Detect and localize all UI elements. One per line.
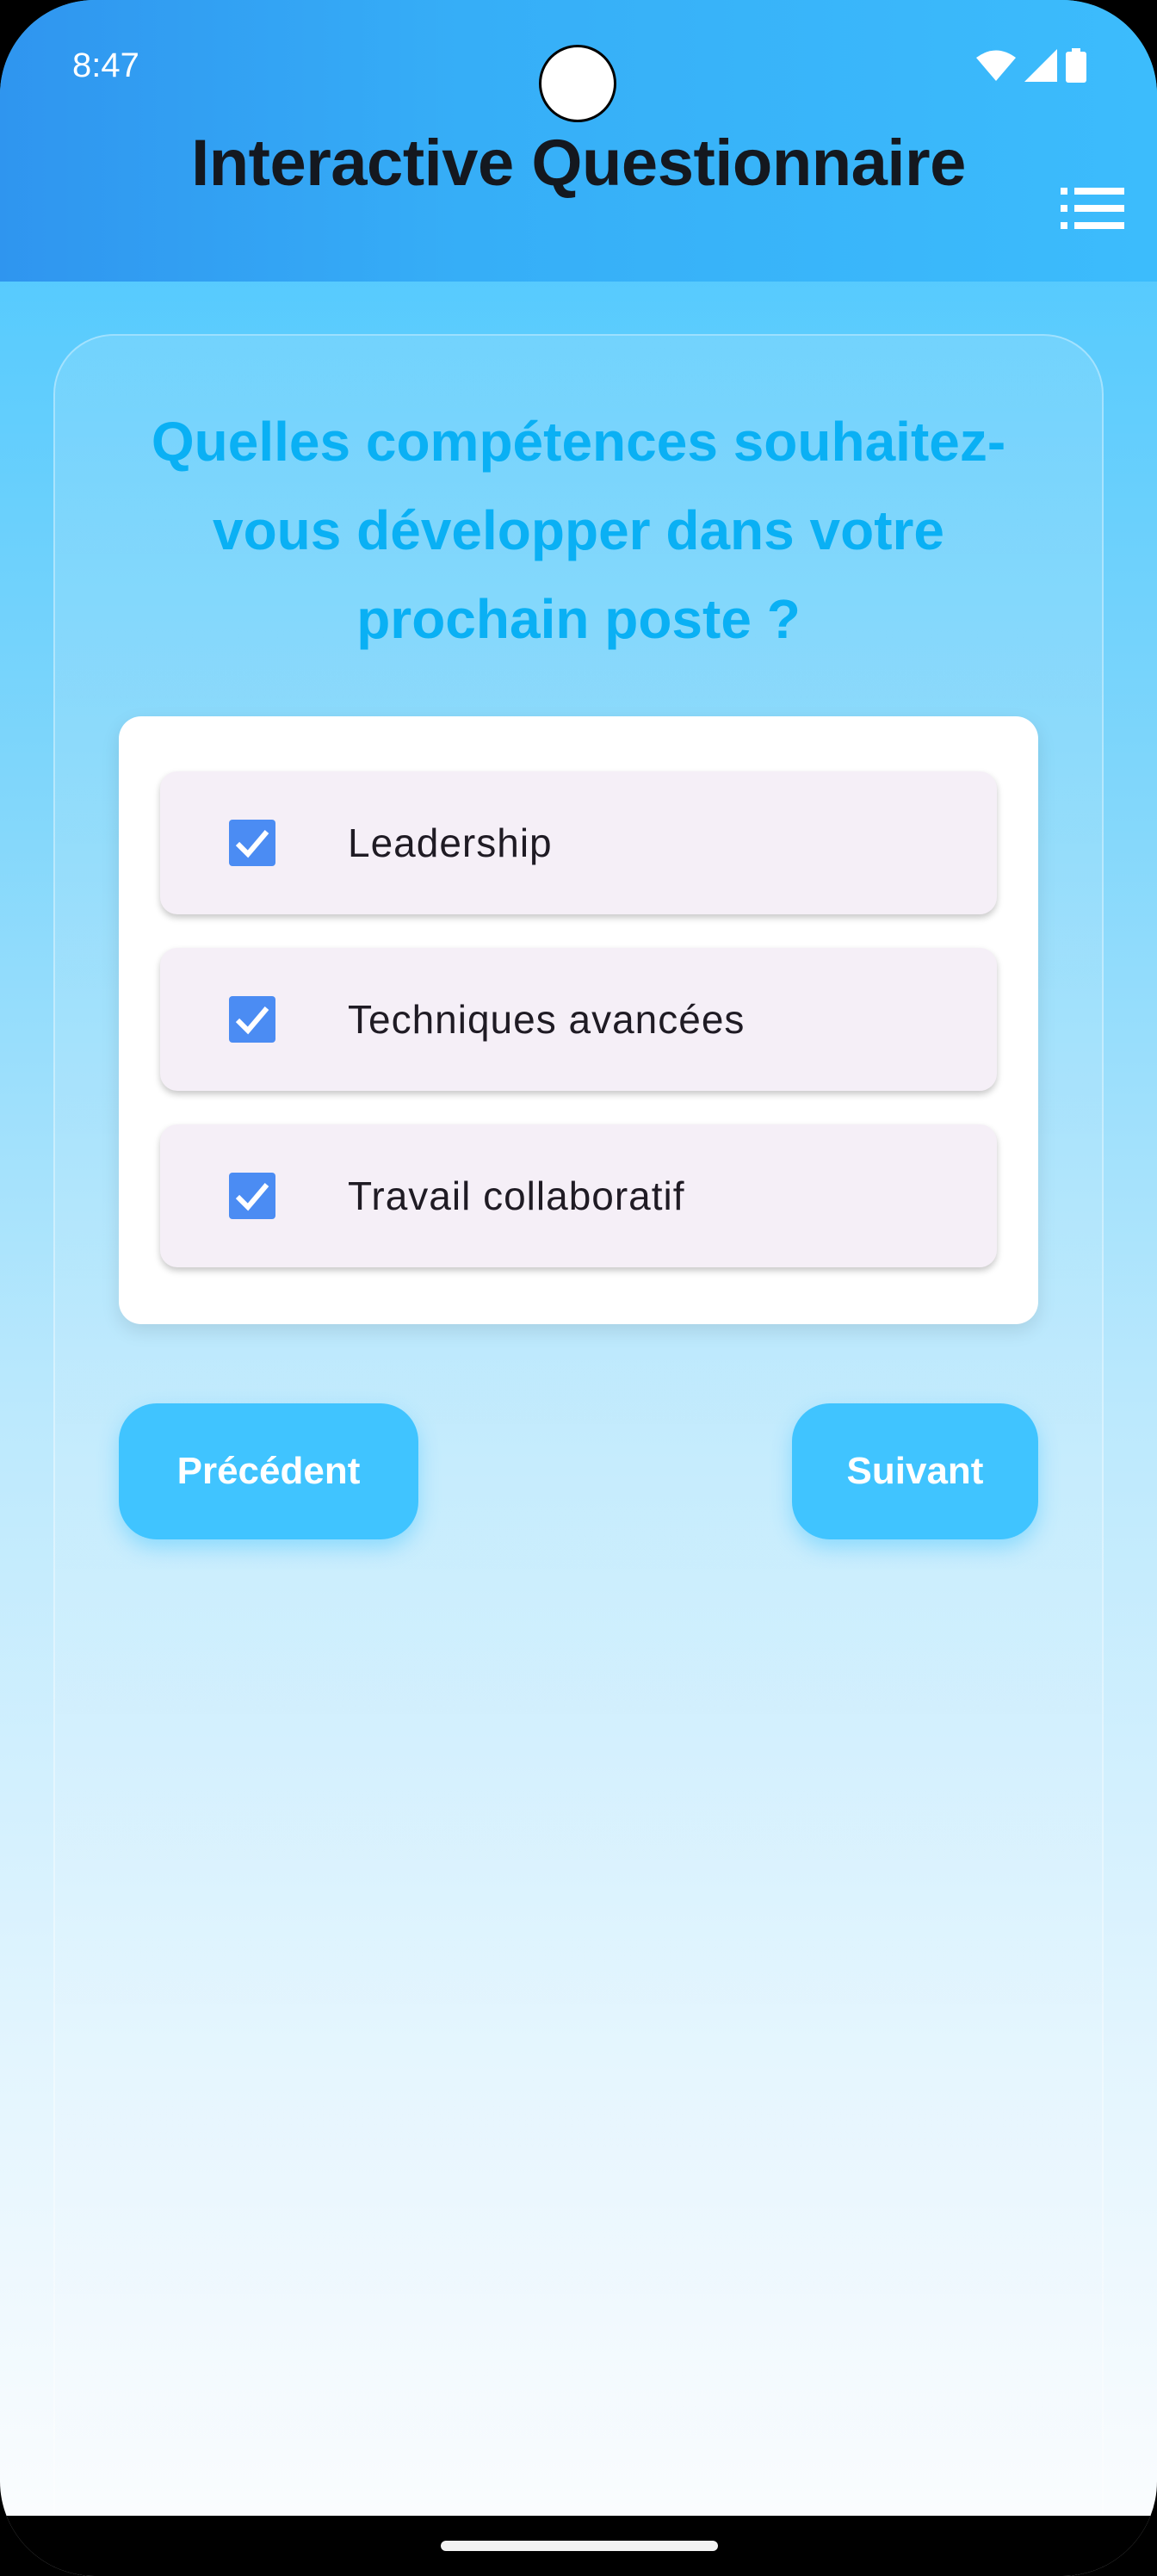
previous-button[interactable]: Précédent [119, 1403, 418, 1539]
options-panel: Leadership Techniques avancées Travail c… [119, 716, 1038, 1324]
home-indicator[interactable] [441, 2541, 718, 2551]
option-label: Travail collaboratif [348, 1173, 685, 1218]
menu-button[interactable] [1061, 186, 1126, 231]
option-label: Leadership [348, 820, 553, 865]
question-text: Quelles compétences souhaitez-vous dével… [151, 411, 1006, 650]
checkbox-checked-icon[interactable] [229, 996, 275, 1043]
app-title: Interactive Questionnaire [191, 127, 966, 200]
status-icons [976, 48, 1086, 87]
option-travail-collaboratif[interactable]: Travail collaboratif [160, 1124, 997, 1267]
app-bar: 8:47 Interactive Questionnaire [0, 0, 1157, 282]
next-button[interactable]: Suivant [792, 1403, 1038, 1539]
phone-screen: 8:47 Interactive Questionnaire Quelles c… [0, 0, 1157, 2576]
option-leadership[interactable]: Leadership [160, 771, 997, 914]
battery-icon [1066, 48, 1086, 87]
camera-cutout [539, 45, 616, 122]
checkbox-checked-icon[interactable] [229, 1173, 275, 1219]
option-techniques-avancees[interactable]: Techniques avancées [160, 948, 997, 1091]
status-time: 8:47 [72, 46, 139, 84]
signal-icon [1024, 49, 1057, 86]
list-icon [1061, 188, 1126, 234]
option-label: Techniques avancées [348, 997, 746, 1042]
checkbox-checked-icon[interactable] [229, 820, 275, 866]
wifi-icon [976, 50, 1016, 85]
